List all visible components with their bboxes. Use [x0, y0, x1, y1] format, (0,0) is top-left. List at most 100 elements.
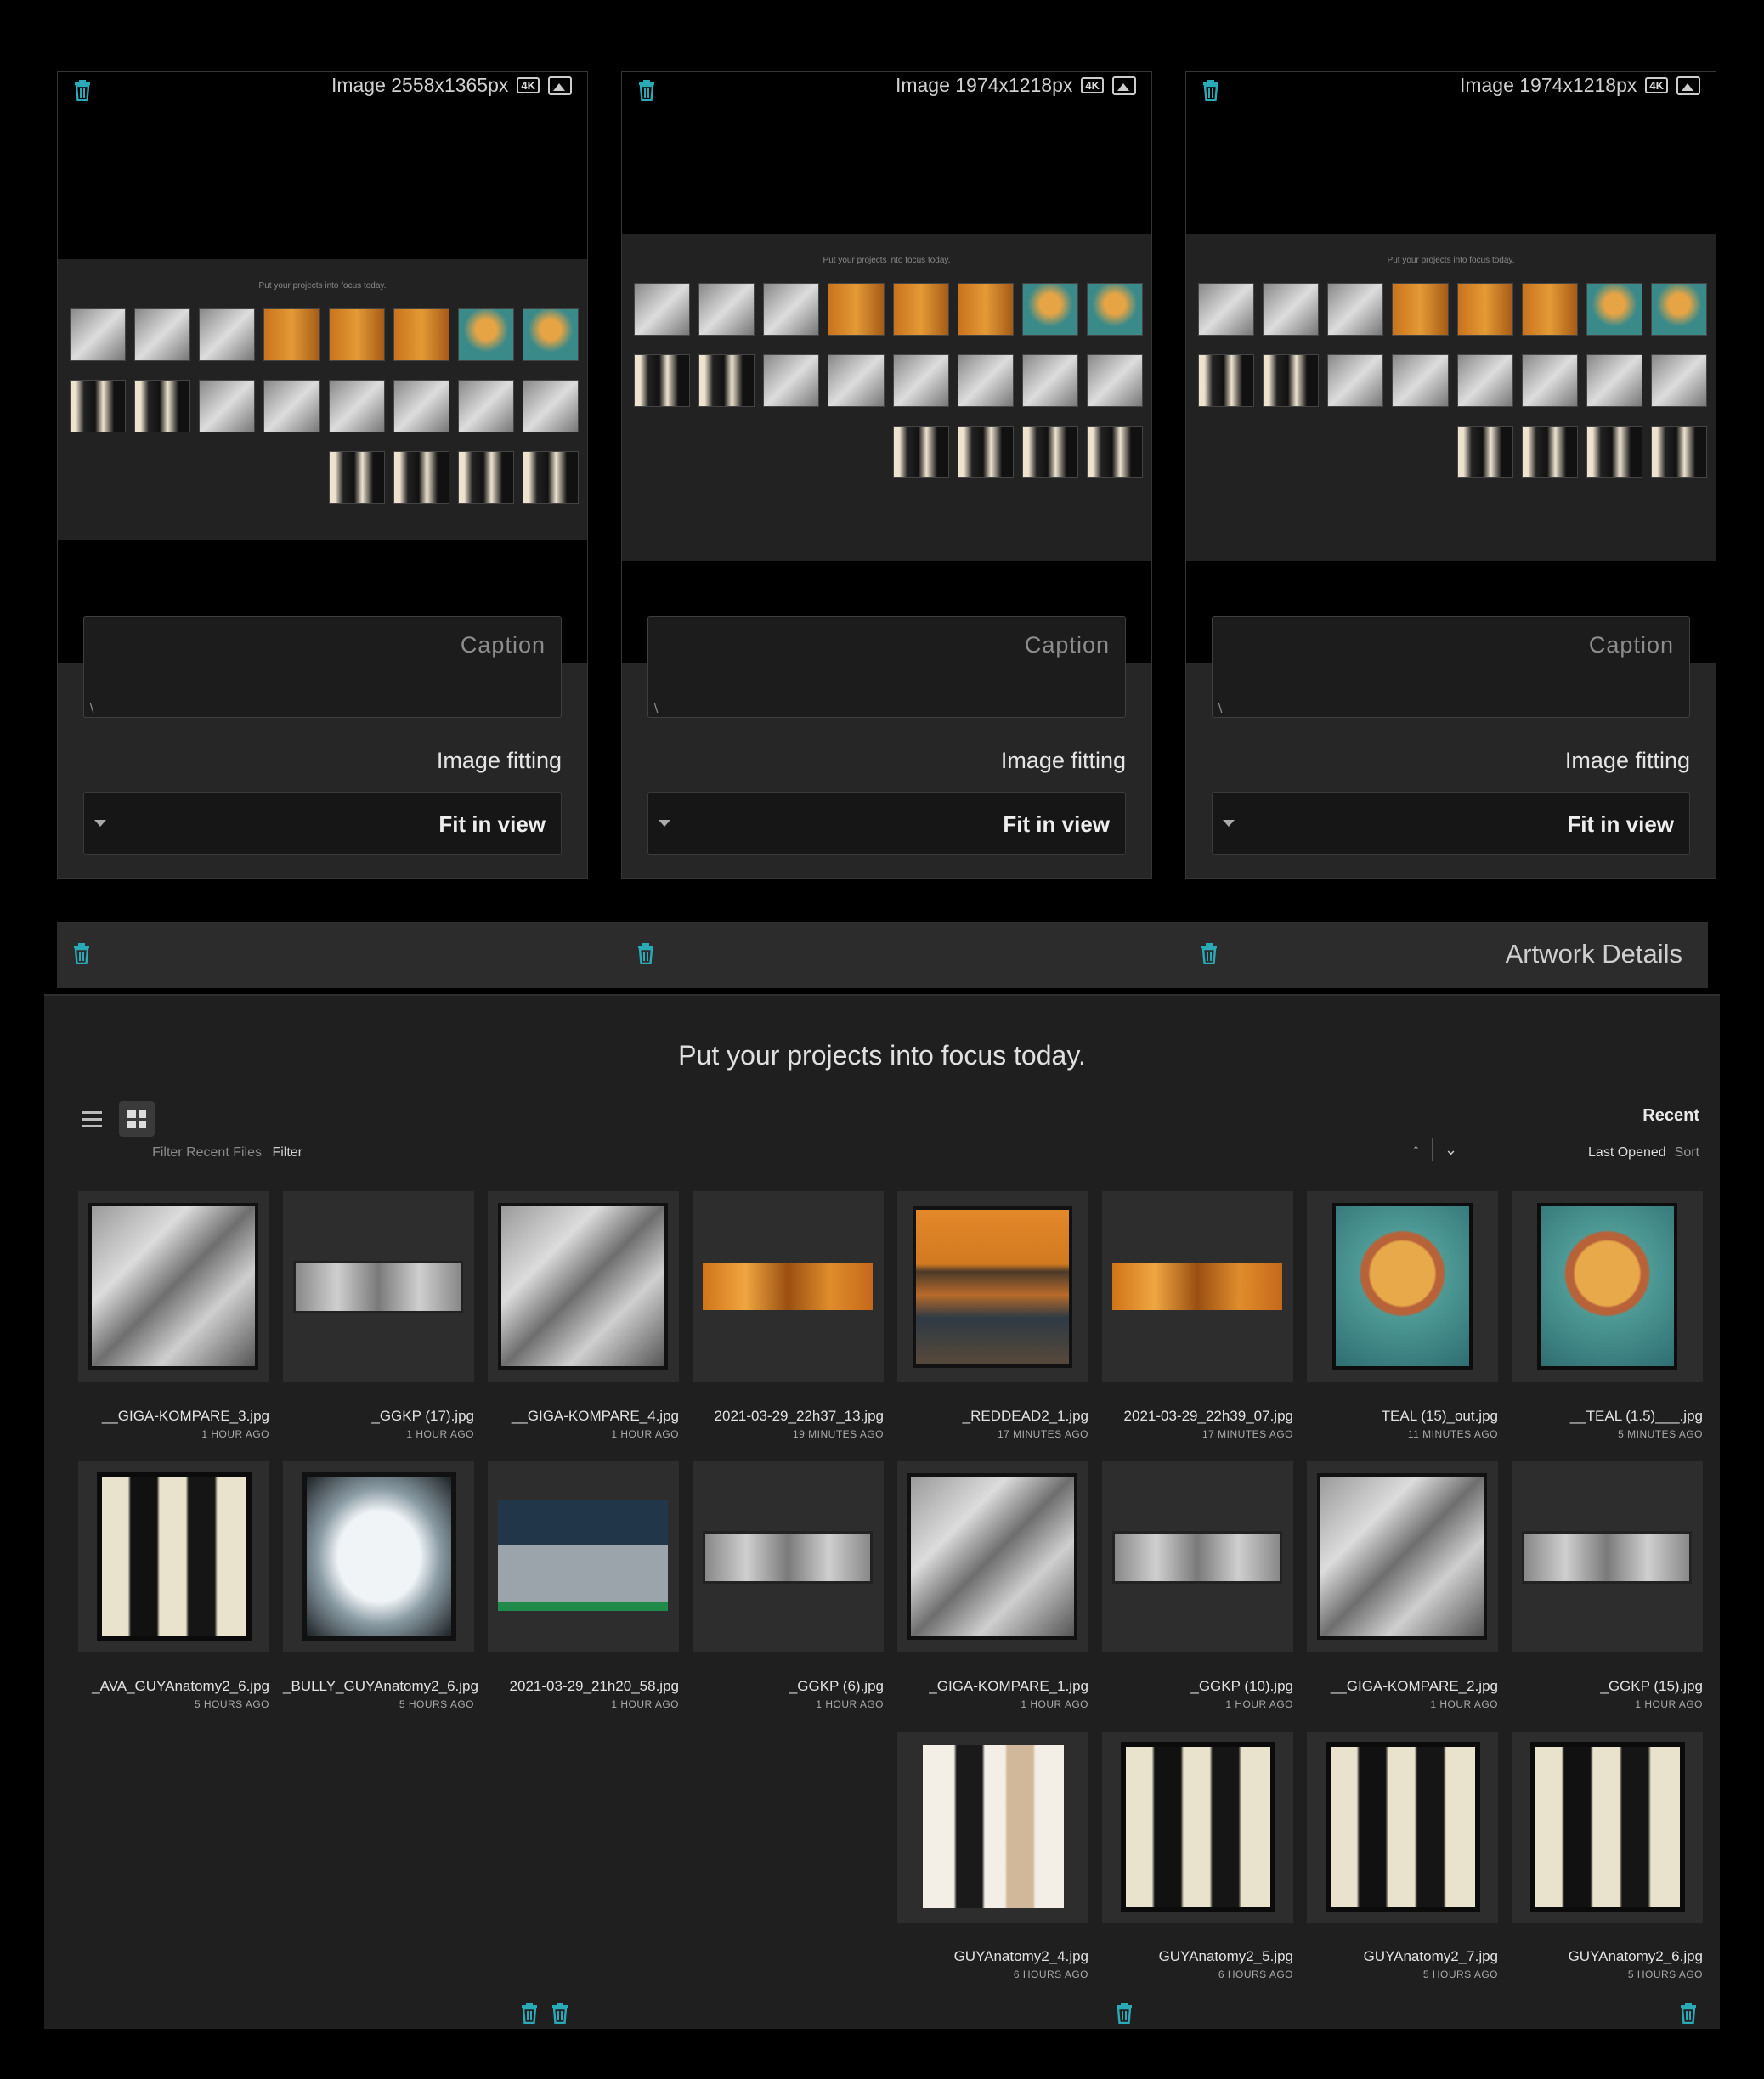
file-thumbnail[interactable] [488, 1461, 679, 1652]
mini-thumbnail [199, 380, 256, 432]
image-fitting-dropdown[interactable]: Fit in view [1212, 792, 1690, 855]
artwork-preview: Put your projects into focus today. [622, 191, 1151, 663]
file-thumbnail[interactable] [897, 1732, 1088, 1923]
sort-arrow-icon[interactable]: ↑ [1412, 1141, 1420, 1159]
sort-controls: ↑ ⌄ [1412, 1138, 1457, 1161]
file-tile[interactable]: __TEAL (1.5)___.jpg 5 MINUTES AGO [1512, 1191, 1703, 1440]
file-tile[interactable]: _BULLY_GUYAnatomy2_6.jpg 5 HOURS AGO [283, 1461, 478, 1710]
file-thumbnail[interactable] [1307, 1191, 1498, 1382]
trash-icon[interactable] [72, 942, 91, 969]
mini-thumbnail [393, 308, 449, 361]
file-tile[interactable]: __GIGA-KOMPARE_3.jpg 1 HOUR AGO [78, 1191, 269, 1440]
file-thumbnail[interactable] [1102, 1461, 1293, 1652]
grid-view-icon[interactable] [119, 1101, 155, 1137]
file-name: GUYAnatomy2_5.jpg [1158, 1948, 1293, 1964]
file-tile[interactable]: __GIGA-KOMPARE_2.jpg 1 HOUR AGO [1307, 1461, 1498, 1710]
image-icon [1112, 76, 1136, 95]
file-thumbnail[interactable] [1512, 1732, 1703, 1923]
file-tile[interactable]: _GGKP (17).jpg 1 HOUR AGO [283, 1191, 474, 1440]
mini-thumbnail [1021, 426, 1078, 478]
file-time: 17 MINUTES AGO [1201, 1428, 1293, 1440]
chevron-down-icon[interactable]: ⌄ [1445, 1141, 1457, 1159]
mini-thumbnail [457, 308, 514, 361]
file-thumbnail[interactable] [693, 1191, 884, 1382]
file-tile[interactable]: _GGKP (6).jpg 1 HOUR AGO [693, 1461, 884, 1710]
file-tile[interactable]: 2021-03-29_22h39_07.jpg 17 MINUTES AGO [1102, 1191, 1293, 1440]
file-tile[interactable]: _REDDEAD2_1.jpg 17 MINUTES AGO [897, 1191, 1088, 1440]
file-thumbnail[interactable] [1307, 1732, 1498, 1923]
file-tile[interactable]: _GIGA-KOMPARE_1.jpg 1 HOUR AGO [897, 1461, 1088, 1710]
file-name: _GGKP (15).jpg [1600, 1678, 1703, 1694]
mini-thumbnail [1521, 426, 1578, 478]
file-thumbnail[interactable] [1512, 1191, 1703, 1382]
trash-icon[interactable] [551, 2002, 569, 2028]
file-thumbnail[interactable] [897, 1461, 1088, 1652]
trash-icon[interactable] [636, 942, 655, 969]
file-thumbnail[interactable] [283, 1461, 474, 1652]
image-fitting-dropdown[interactable]: Fit in view [83, 792, 562, 855]
file-tile[interactable]: 2021-03-29_21h20_58.jpg 1 HOUR AGO [488, 1461, 679, 1710]
image-fitting-label: Image fitting [1000, 748, 1126, 773]
resize-grip-icon[interactable]: ∖ [1216, 701, 1224, 715]
file-name: GUYAnatomy2_6.jpg [1568, 1948, 1703, 1964]
mini-thumbnail [1086, 426, 1143, 478]
file-tile[interactable]: __GIGA-KOMPARE_4.jpg 1 HOUR AGO [488, 1191, 679, 1440]
file-thumbnail[interactable] [78, 1461, 269, 1652]
filter-input[interactable]: Filter Filter Recent Files [85, 1142, 302, 1172]
trash-icon[interactable] [637, 79, 656, 105]
caption-textarea[interactable]: Caption ∖ [1212, 616, 1690, 718]
mini-thumbnail [328, 451, 385, 504]
mini-thumbnail [957, 354, 1014, 407]
file-thumbnail[interactable] [1102, 1191, 1293, 1382]
trash-icon[interactable] [1200, 942, 1218, 969]
file-time: 6 HOURS AGO [1218, 1969, 1293, 1980]
file-tile[interactable]: GUYAnatomy2_6.jpg 5 HOURS AGO [1512, 1732, 1703, 1980]
image-icon [1676, 76, 1700, 95]
file-thumbnail[interactable] [1512, 1461, 1703, 1652]
file-tile[interactable]: GUYAnatomy2_7.jpg 5 HOURS AGO [1307, 1732, 1498, 1980]
trash-icon[interactable] [1115, 2002, 1134, 2028]
file-name: _GGKP (17).jpg [371, 1408, 474, 1424]
mini-thumbnail [1456, 283, 1513, 336]
file-tile[interactable]: _GGKP (10).jpg 1 HOUR AGO [1102, 1461, 1293, 1710]
mini-thumbnail [263, 308, 320, 361]
mini-thumbnail [393, 380, 449, 432]
file-tile[interactable]: _GGKP (15).jpg 1 HOUR AGO [1512, 1461, 1703, 1710]
file-thumbnail[interactable] [1102, 1732, 1293, 1923]
image-fitting-dropdown[interactable]: Fit in view [647, 792, 1126, 855]
file-thumbnail[interactable] [78, 1191, 269, 1382]
file-thumbnail[interactable] [488, 1191, 679, 1382]
resize-grip-icon[interactable]: ∖ [652, 701, 659, 715]
image-fitting-value: Fit in view [1003, 811, 1110, 837]
home-screen: Put your projects into focus today. Filt… [44, 994, 1720, 2029]
trash-icon[interactable] [73, 79, 92, 105]
sort-dropdown[interactable]: Last Opened Sort [1588, 1145, 1699, 1161]
file-thumbnail[interactable] [283, 1191, 474, 1382]
file-tile[interactable]: GUYAnatomy2_5.jpg 6 HOURS AGO [1102, 1732, 1293, 1980]
file-time: 1 HOUR AGO [406, 1428, 474, 1440]
mini-thumbnail [263, 380, 320, 432]
caption-textarea[interactable]: Caption ∖ [83, 616, 562, 718]
file-tile[interactable]: 2021-03-29_22h37_13.jpg 19 MINUTES AGO [693, 1191, 884, 1440]
artwork-panel: Image 1974x1218px 4K Put your projects int… [1185, 71, 1716, 879]
file-thumbnail[interactable] [1307, 1461, 1498, 1652]
file-thumbnail[interactable] [897, 1191, 1088, 1382]
trash-icon[interactable] [1679, 2002, 1698, 2028]
file-thumbnail[interactable] [693, 1461, 884, 1652]
filter-label: Filter [272, 1145, 302, 1160]
file-time: 1 HOUR AGO [611, 1428, 679, 1440]
trash-icon[interactable] [1201, 79, 1220, 105]
trash-icon[interactable] [520, 2002, 539, 2028]
mini-thumbnail [634, 283, 691, 336]
file-name: _BULLY_GUYAnatomy2_6.jpg [283, 1678, 478, 1694]
list-view-icon[interactable] [78, 1104, 109, 1135]
image-fitting-value: Fit in view [1567, 811, 1674, 837]
mini-thumbnail [1086, 354, 1143, 407]
file-tile[interactable]: _AVA_GUYAnatomy2_6.jpg 5 HOURS AGO [78, 1461, 269, 1710]
file-tile[interactable]: TEAL (15)_out.jpg 11 MINUTES AGO [1307, 1191, 1498, 1440]
caption-textarea[interactable]: Caption ∖ [647, 616, 1126, 718]
resize-grip-icon[interactable]: ∖ [88, 701, 95, 715]
4k-badge: 4K [517, 77, 540, 93]
file-name: __GIGA-KOMPARE_2.jpg [1330, 1678, 1498, 1694]
file-tile[interactable]: GUYAnatomy2_4.jpg 6 HOURS AGO [897, 1732, 1088, 1980]
